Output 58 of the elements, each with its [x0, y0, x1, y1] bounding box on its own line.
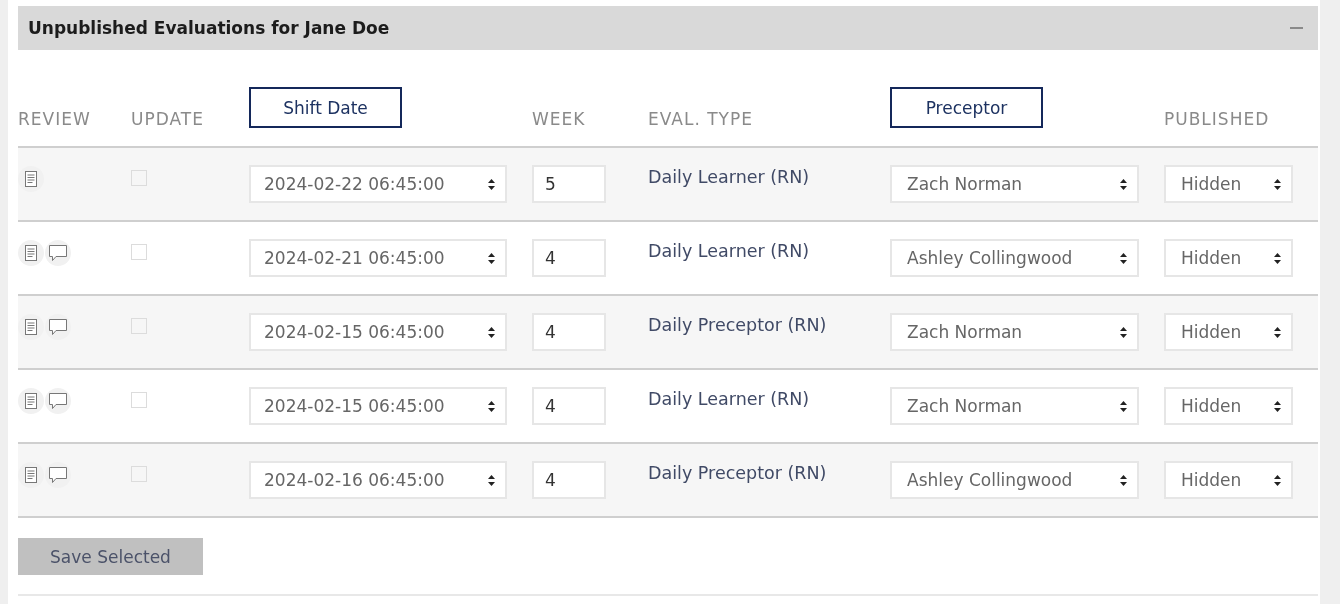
updown-caret-icon [1120, 178, 1127, 190]
published-select[interactable]: Hidden [1164, 239, 1293, 277]
comment-icon[interactable] [45, 240, 71, 266]
preceptor-select[interactable]: Ashley Collingwood [890, 461, 1139, 499]
updown-caret-icon [488, 178, 495, 190]
updown-caret-icon [488, 252, 495, 264]
column-header: PUBLISHED [1164, 109, 1270, 129]
shift-date-select[interactable]: 2024-02-21 06:45:00 [249, 239, 507, 277]
updown-caret-icon [1120, 326, 1127, 338]
updown-caret-icon [1274, 178, 1281, 190]
published-select[interactable]: Hidden [1164, 387, 1293, 425]
updown-caret-icon [1274, 326, 1281, 338]
column-sort-button[interactable]: Preceptor [890, 87, 1043, 128]
eval-type-text: Daily Learner (RN) [648, 240, 810, 262]
update-checkbox[interactable] [131, 318, 147, 334]
updown-caret-icon [488, 400, 495, 412]
shift-date-select[interactable]: 2024-02-15 06:45:00 [249, 387, 507, 425]
week-field[interactable]: 4 [532, 461, 606, 499]
updown-caret-icon [1120, 474, 1127, 486]
published-select[interactable]: Hidden [1164, 461, 1293, 499]
panel-title: Unpublished Evaluations for Jane Doe [28, 18, 390, 38]
column-header: REVIEW [18, 109, 91, 129]
week-field[interactable]: 4 [532, 239, 606, 277]
save-selected-button[interactable]: Save Selected [18, 538, 203, 575]
document-icon[interactable] [18, 240, 44, 266]
updown-caret-icon [1274, 252, 1281, 264]
week-field[interactable]: 4 [532, 313, 606, 351]
updown-caret-icon [1274, 400, 1281, 412]
updown-caret-icon [1274, 474, 1281, 486]
column-sort-button[interactable]: Shift Date [249, 87, 402, 128]
update-checkbox[interactable] [131, 170, 147, 186]
shift-date-select[interactable]: 2024-02-15 06:45:00 [249, 313, 507, 351]
shift-date-select[interactable]: 2024-02-16 06:45:00 [249, 461, 507, 499]
comment-icon[interactable] [45, 388, 71, 414]
eval-type-text: Daily Preceptor (RN) [648, 314, 827, 336]
week-field[interactable]: 4 [532, 387, 606, 425]
updown-caret-icon [488, 474, 495, 486]
published-select[interactable]: Hidden [1164, 313, 1293, 351]
preceptor-select[interactable]: Zach Norman [890, 313, 1139, 351]
published-select[interactable]: Hidden [1164, 165, 1293, 203]
eval-type-text: Daily Learner (RN) [648, 388, 810, 410]
update-checkbox[interactable] [131, 244, 147, 260]
document-icon[interactable] [18, 388, 44, 414]
column-header: WEEK [532, 109, 586, 129]
week-field[interactable]: 5 [532, 165, 606, 203]
update-checkbox[interactable] [131, 392, 147, 408]
updown-caret-icon [1120, 400, 1127, 412]
shift-date-select[interactable]: 2024-02-22 06:45:00 [249, 165, 507, 203]
eval-type-text: Daily Preceptor (RN) [648, 462, 827, 484]
updown-caret-icon [1120, 252, 1127, 264]
eval-type-text: Daily Learner (RN) [648, 166, 810, 188]
column-header: EVAL. TYPE [648, 109, 753, 129]
preceptor-select[interactable]: Zach Norman [890, 387, 1139, 425]
update-checkbox[interactable] [131, 466, 147, 482]
preceptor-select[interactable]: Ashley Collingwood [890, 239, 1139, 277]
updown-caret-icon [488, 326, 495, 338]
preceptor-select[interactable]: Zach Norman [890, 165, 1139, 203]
column-header: UPDATE [131, 109, 204, 129]
